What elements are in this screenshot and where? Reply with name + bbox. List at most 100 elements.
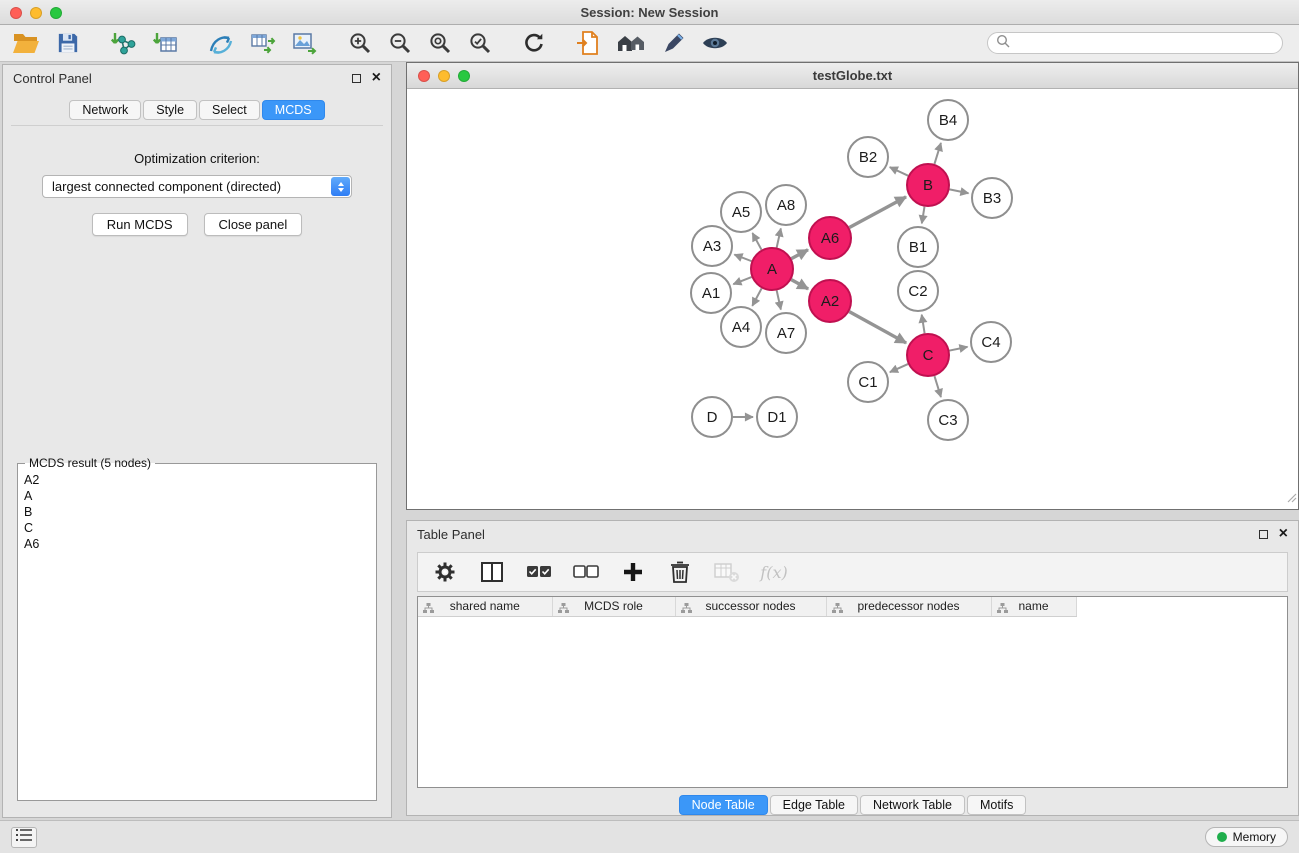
clone-table-button[interactable] xyxy=(249,29,277,57)
graph-node-C2[interactable]: C2 xyxy=(898,271,938,311)
control-tab-style[interactable]: Style xyxy=(143,100,197,120)
graph-edge-C-C3[interactable] xyxy=(934,376,940,397)
zoom-window-button[interactable] xyxy=(50,7,62,19)
column-header-label: MCDS role xyxy=(553,599,675,613)
graph-edge-C-C2[interactable] xyxy=(922,315,925,334)
close-window-button[interactable] xyxy=(418,70,430,82)
zoom-fit-button[interactable] xyxy=(427,29,453,57)
search-input[interactable] xyxy=(1015,36,1274,50)
annotation-pen-button[interactable] xyxy=(661,29,687,57)
table-tab-motifs[interactable]: Motifs xyxy=(967,795,1026,815)
graph-node-C3[interactable]: C3 xyxy=(928,400,968,440)
graph-edge-A-A2[interactable] xyxy=(791,280,808,289)
home-button[interactable] xyxy=(615,29,647,57)
open-folder-button[interactable] xyxy=(12,29,41,57)
graph-node-label: C3 xyxy=(938,412,957,429)
control-tab-network[interactable]: Network xyxy=(69,100,141,120)
minimize-window-button[interactable] xyxy=(30,7,42,19)
control-tab-select[interactable]: Select xyxy=(199,100,260,120)
save-session-button[interactable] xyxy=(55,29,81,57)
graph-node-label: D1 xyxy=(767,409,786,426)
graph-edge-A-A3[interactable] xyxy=(734,255,751,262)
graph-edge-A-A5[interactable] xyxy=(752,233,761,250)
graph-edge-A2-C[interactable] xyxy=(849,312,906,343)
zoom-in-button[interactable] xyxy=(347,29,373,57)
graph-edge-B-B3[interactable] xyxy=(950,189,969,193)
deselect-all-rows-button[interactable] xyxy=(571,557,601,587)
column-header-shared-name[interactable]: shared name xyxy=(418,597,552,616)
table-tab-node-table[interactable]: Node Table xyxy=(679,795,768,815)
close-panel-button[interactable]: Close panel xyxy=(204,213,303,236)
graph-edge-B-B4[interactable] xyxy=(934,143,940,164)
graph-edge-A-A4[interactable] xyxy=(752,288,761,305)
minimize-window-button[interactable] xyxy=(438,70,450,82)
graph-node-B4[interactable]: B4 xyxy=(928,100,968,140)
graph-node-A8[interactable]: A8 xyxy=(766,185,806,225)
memory-button[interactable]: Memory xyxy=(1205,827,1288,847)
column-header-successor-nodes[interactable]: successor nodes xyxy=(675,597,826,616)
list-icon xyxy=(16,829,32,845)
close-panel-button[interactable]: × xyxy=(372,73,381,83)
zoom-selected-button[interactable] xyxy=(467,29,493,57)
export-image-button[interactable] xyxy=(291,29,319,57)
graph-node-B1[interactable]: B1 xyxy=(898,227,938,267)
settings-gear-button[interactable] xyxy=(430,557,460,587)
graph-edge-A6-B[interactable] xyxy=(849,197,906,228)
float-panel-button[interactable] xyxy=(1259,530,1268,539)
graph-edge-C-C1[interactable] xyxy=(890,364,908,372)
import-network-from-file-button[interactable] xyxy=(109,29,137,57)
graph-node-A6[interactable]: A6 xyxy=(809,217,851,259)
graph-node-D1[interactable]: D1 xyxy=(757,397,797,437)
network-graph-svg[interactable]: B4 B2 B B3 A5A8A6 B1 A3 A C2 A1 A2 A4A7 C4 C C1 C3 D D1 xyxy=(407,89,1298,509)
graph-node-C4[interactable]: C4 xyxy=(971,322,1011,362)
graph-node-A4[interactable]: A4 xyxy=(721,307,761,347)
graph-edge-A-A6[interactable] xyxy=(791,250,808,259)
column-header-label: shared name xyxy=(418,599,552,613)
graph-edge-A-A8[interactable] xyxy=(777,228,781,247)
close-panel-button[interactable]: × xyxy=(1279,529,1288,539)
refresh-view-button[interactable] xyxy=(521,29,547,57)
close-window-button[interactable] xyxy=(10,7,22,19)
table-tab-edge-table[interactable]: Edge Table xyxy=(770,795,858,815)
graph-edge-A-A7[interactable] xyxy=(777,290,781,309)
network-canvas[interactable]: B4 B2 B B3 A5A8A6 B1 A3 A C2 A1 A2 A4A7 C4 C C1 C3 D D1 xyxy=(407,89,1298,509)
add-column-button[interactable] xyxy=(618,557,648,587)
new-network-button[interactable] xyxy=(207,29,235,57)
graph-node-B[interactable]: B xyxy=(907,164,949,206)
graph-node-B2[interactable]: B2 xyxy=(848,137,888,177)
graph-node-D[interactable]: D xyxy=(692,397,732,437)
column-header-predecessor-nodes[interactable]: predecessor nodes xyxy=(826,597,991,616)
graph-node-A1[interactable]: A1 xyxy=(691,273,731,313)
show-hide-button[interactable] xyxy=(701,29,729,57)
column-header-MCDS-role[interactable]: MCDS role xyxy=(552,597,675,616)
graph-node-C1[interactable]: C1 xyxy=(848,362,888,402)
table-tab-network-table[interactable]: Network Table xyxy=(860,795,965,815)
show-columns-button[interactable] xyxy=(477,557,507,587)
graph-edge-A-A1[interactable] xyxy=(733,277,751,284)
zoom-window-button[interactable] xyxy=(458,70,470,82)
graph-node-label: B4 xyxy=(939,112,957,129)
import-table-from-file-button[interactable] xyxy=(151,29,179,57)
graph-node-A5[interactable]: A5 xyxy=(721,192,761,232)
control-tab-mcds[interactable]: MCDS xyxy=(262,100,325,120)
graph-node-A7[interactable]: A7 xyxy=(766,313,806,353)
graph-node-A2[interactable]: A2 xyxy=(809,280,851,322)
show-panels-button[interactable] xyxy=(11,827,37,848)
graph-edge-B-B2[interactable] xyxy=(890,167,908,176)
optimization-dropdown[interactable]: largest connected component (directed) xyxy=(42,175,352,198)
select-all-rows-button[interactable] xyxy=(524,557,554,587)
graph-node-B3[interactable]: B3 xyxy=(972,178,1012,218)
graph-node-C[interactable]: C xyxy=(907,334,949,376)
window-resize-grip[interactable] xyxy=(1285,490,1297,508)
graph-node-A[interactable]: A xyxy=(751,248,793,290)
clone-table-icon xyxy=(250,31,276,55)
run-mcds-button[interactable]: Run MCDS xyxy=(92,213,188,236)
float-panel-button[interactable] xyxy=(352,74,361,83)
graph-edge-C-C4[interactable] xyxy=(950,347,968,351)
column-header-name[interactable]: name xyxy=(991,597,1076,616)
delete-selected-button[interactable] xyxy=(665,557,695,587)
graph-node-A3[interactable]: A3 xyxy=(692,226,732,266)
zoom-out-button[interactable] xyxy=(387,29,413,57)
graph-edge-B-B1[interactable] xyxy=(922,207,925,224)
export-document-button[interactable] xyxy=(575,29,601,57)
